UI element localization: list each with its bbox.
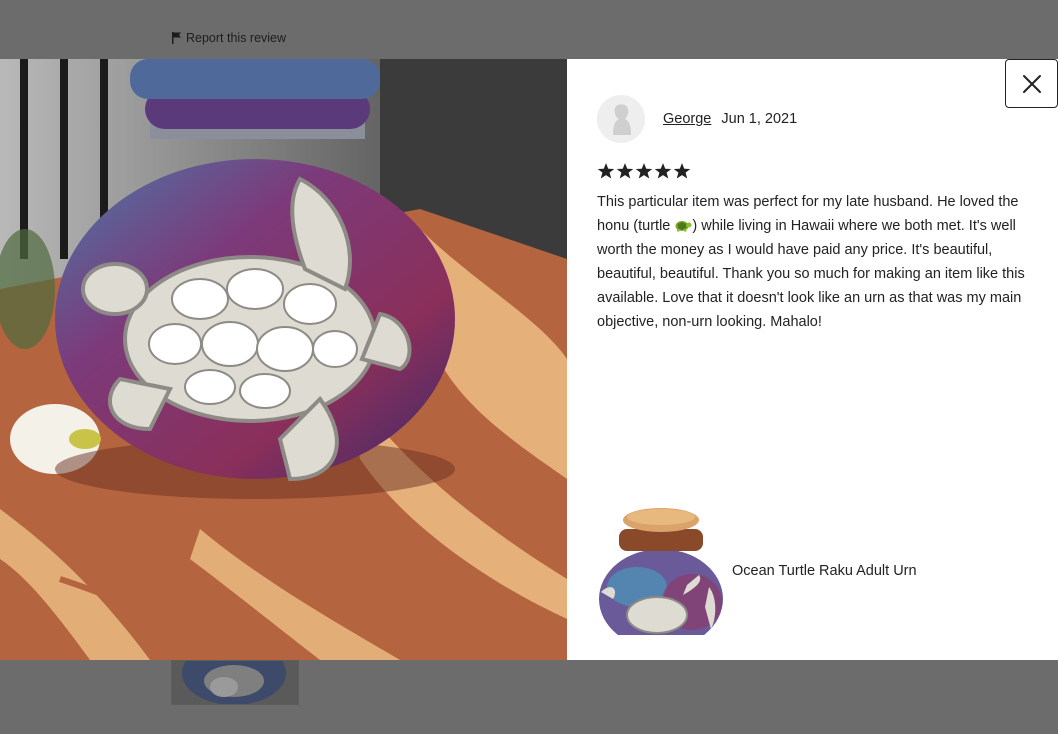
report-review-link[interactable]: Report this review	[171, 31, 286, 45]
close-icon	[1022, 74, 1041, 93]
report-review-label: Report this review	[186, 31, 287, 45]
flag-icon	[172, 32, 181, 44]
review-panel: George Jun 1, 2021 This particular item …	[567, 59, 1058, 660]
close-button[interactable]	[1005, 59, 1058, 108]
product-thumbnail[interactable]	[597, 507, 725, 635]
turtle-emoji-icon	[675, 221, 692, 232]
product-name[interactable]: Ocean Turtle Raku Adult Urn	[732, 563, 917, 579]
review-date: Jun 1, 2021	[721, 111, 798, 127]
review-photo-modal: George Jun 1, 2021 This particular item …	[0, 59, 1058, 660]
star-rating	[597, 162, 691, 180]
review-photo	[0, 59, 567, 660]
reviewer-name-link[interactable]: George	[663, 111, 711, 127]
avatar[interactable]	[597, 95, 645, 143]
star-icon	[635, 163, 653, 179]
product-link[interactable]: Ocean Turtle Raku Adult Urn	[597, 507, 917, 635]
star-icon	[597, 163, 615, 179]
star-icon	[673, 163, 691, 179]
star-icon	[654, 163, 672, 179]
background-photo-thumbnail[interactable]	[171, 660, 299, 705]
review-text-part-2: ) while living in Hawaii where we both m…	[597, 218, 1025, 330]
star-icon	[616, 163, 634, 179]
review-text: This particular item was perfect for my …	[597, 190, 1052, 334]
reviewer-info: George Jun 1, 2021	[597, 95, 797, 143]
